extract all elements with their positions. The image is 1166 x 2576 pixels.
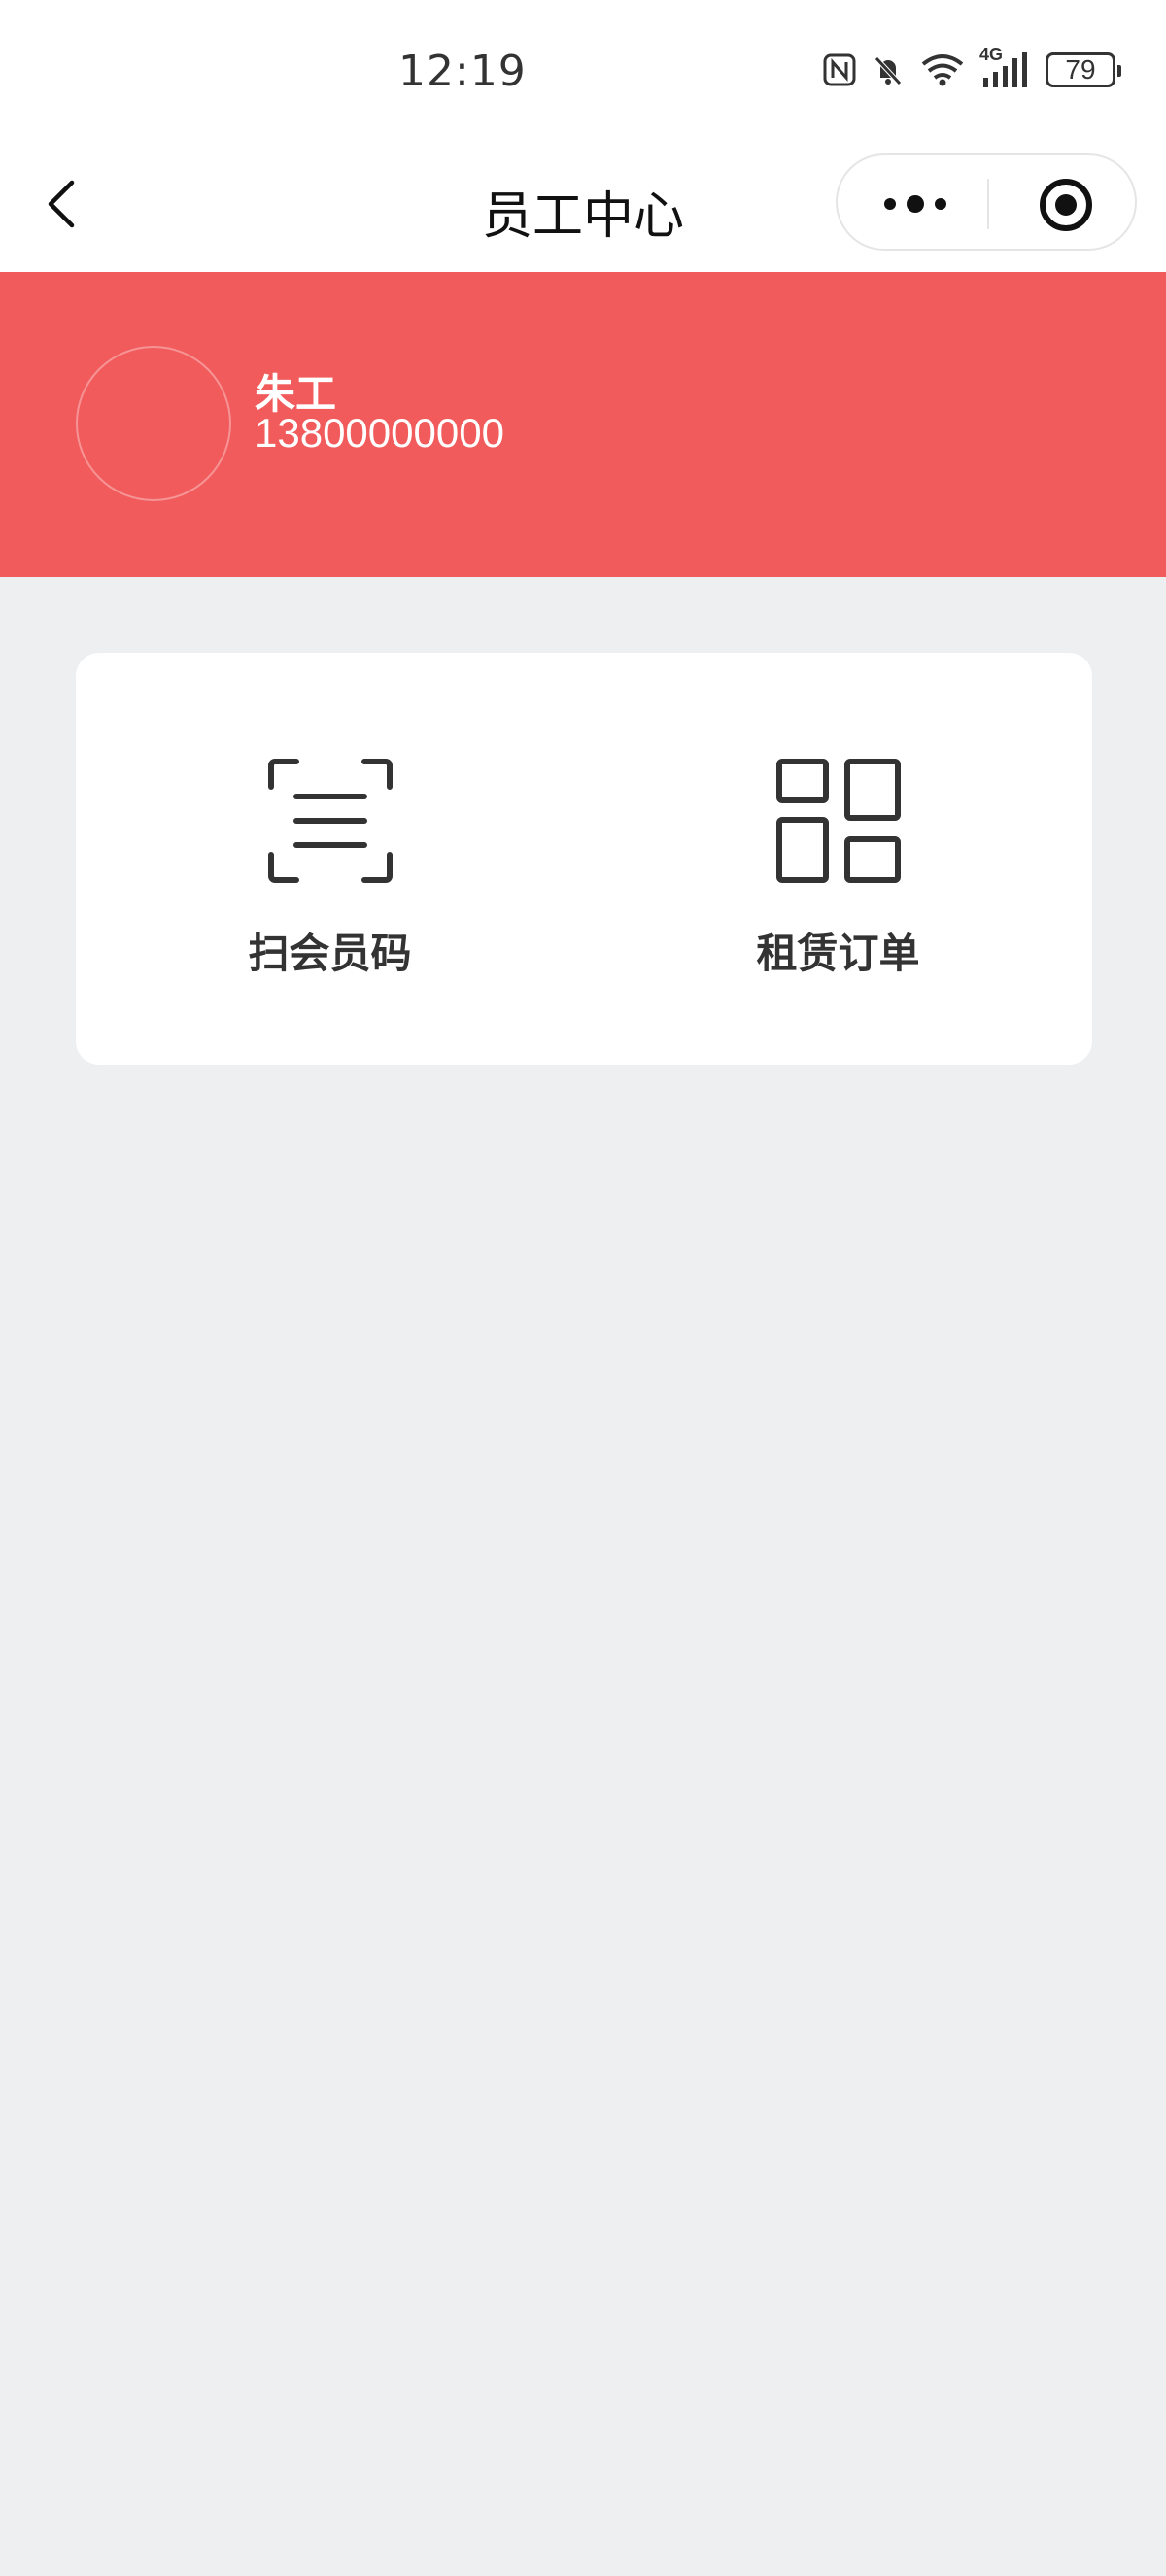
status-icons: 4G 79 — [822, 45, 1121, 89]
wifi-icon — [919, 52, 966, 87]
signal-icon: 4G — [979, 45, 1032, 89]
scan-icon — [267, 758, 394, 884]
close-miniprogram-icon[interactable] — [1038, 177, 1094, 233]
capsule-divider — [987, 179, 989, 229]
menu-card: 扫会员码 租赁订单 — [76, 653, 1092, 1065]
nav-bar: 员工中心 — [0, 146, 1166, 272]
menu-label-rental: 租赁订单 — [756, 930, 920, 977]
status-time: 12:19 — [398, 47, 527, 96]
menu-label-scan: 扫会员码 — [248, 930, 412, 977]
nfc-icon — [822, 52, 857, 87]
status-bar: 12:19 4G 79 — [0, 0, 1166, 146]
profile-header: 朱工 13800000000 — [0, 272, 1166, 577]
grid-icon — [775, 758, 902, 884]
capsule-menu — [836, 153, 1137, 251]
avatar — [76, 346, 231, 501]
mute-icon — [871, 52, 906, 87]
back-icon[interactable] — [43, 175, 82, 233]
menu-item-rental-orders[interactable]: 租赁订单 — [584, 653, 1092, 1065]
more-icon[interactable] — [878, 190, 956, 218]
user-phone: 13800000000 — [255, 410, 504, 456]
battery-icon: 79 — [1046, 52, 1121, 87]
menu-item-scan-member-code[interactable]: 扫会员码 — [76, 653, 584, 1065]
